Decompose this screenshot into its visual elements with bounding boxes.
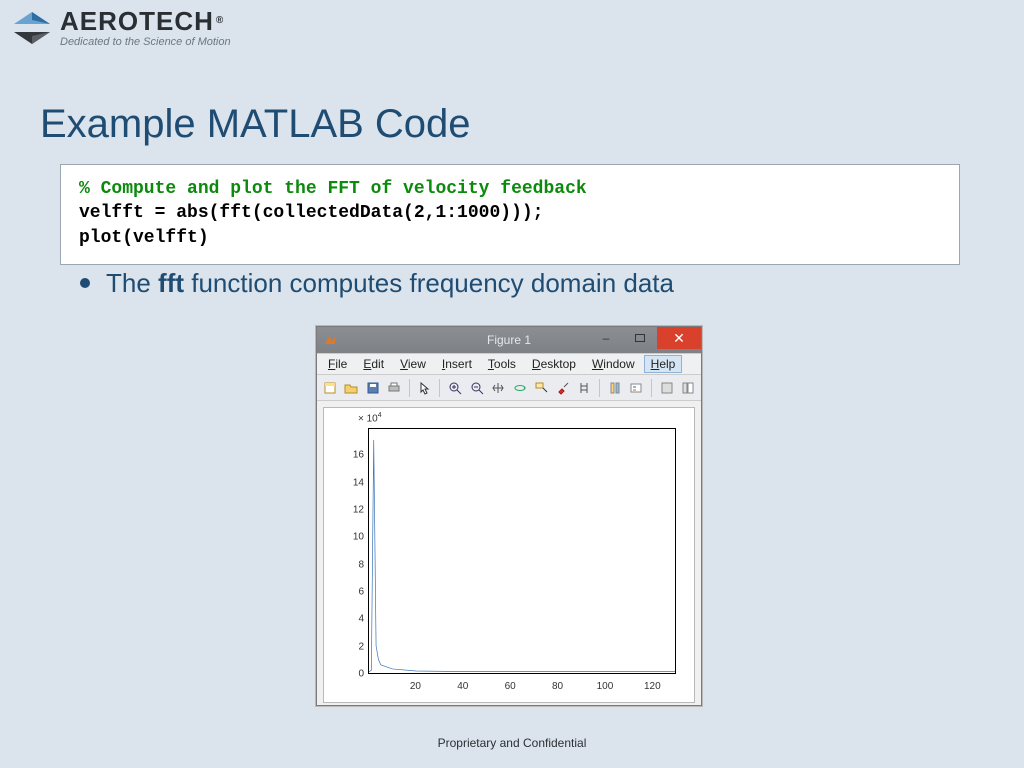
save-icon[interactable] bbox=[364, 379, 382, 397]
colorbar-icon[interactable] bbox=[606, 379, 624, 397]
y-tick-label: 14 bbox=[324, 477, 364, 488]
zoom-out-icon[interactable] bbox=[468, 379, 486, 397]
menu-item-insert[interactable]: Insert bbox=[435, 355, 479, 373]
page-title: Example MATLAB Code bbox=[40, 102, 471, 147]
link-data-icon[interactable] bbox=[575, 379, 593, 397]
menu-item-tools[interactable]: Tools bbox=[481, 355, 523, 373]
menu-item-window[interactable]: Window bbox=[585, 355, 642, 373]
matlab-figure-window: Figure 1 FileEditViewInsertToolsDesktopW… bbox=[316, 326, 702, 706]
code-line-1: velfft = abs(fft(collectedData(2,1:1000)… bbox=[79, 201, 941, 225]
logo-glyph-icon bbox=[10, 10, 54, 51]
y-tick-label: 8 bbox=[324, 559, 364, 570]
y-tick-label: 0 bbox=[324, 669, 364, 680]
y-tick-label: 10 bbox=[324, 532, 364, 543]
window-titlebar: Figure 1 bbox=[317, 327, 701, 353]
bullet-dot-icon bbox=[80, 278, 90, 288]
close-button[interactable] bbox=[657, 327, 701, 349]
menu-item-view[interactable]: View bbox=[393, 355, 433, 373]
code-line-2: plot(velfft) bbox=[79, 226, 941, 250]
y-axis-exponent: × 104 bbox=[358, 412, 382, 424]
x-tick-label: 60 bbox=[505, 681, 516, 692]
menu-item-file[interactable]: File bbox=[321, 355, 354, 373]
y-tick-label: 4 bbox=[324, 614, 364, 625]
maximize-button[interactable] bbox=[623, 327, 657, 349]
open-icon[interactable] bbox=[343, 379, 361, 397]
menu-item-desktop[interactable]: Desktop bbox=[525, 355, 583, 373]
menu-item-edit[interactable]: Edit bbox=[356, 355, 391, 373]
new-figure-icon[interactable] bbox=[321, 379, 339, 397]
window-menubar: FileEditViewInsertToolsDesktopWindowHelp bbox=[317, 353, 701, 375]
figure-canvas: × 104 0 2 4 6 8 10 12 14 16 20 40 60 80 100 120 bbox=[323, 407, 695, 703]
brush-icon[interactable] bbox=[554, 379, 572, 397]
logo-wordmark: AEROTECH® bbox=[60, 6, 231, 34]
pointer-icon[interactable] bbox=[416, 379, 434, 397]
rotate-3d-icon[interactable] bbox=[511, 379, 529, 397]
bullet-text: The fft function computes frequency doma… bbox=[106, 268, 674, 299]
fft-line-plot bbox=[369, 429, 675, 673]
bullet-row: The fft function computes frequency doma… bbox=[80, 268, 674, 299]
y-tick-label: 6 bbox=[324, 587, 364, 598]
plot-axes bbox=[368, 428, 676, 674]
zoom-in-icon[interactable] bbox=[446, 379, 464, 397]
show-tools-icon[interactable] bbox=[679, 379, 697, 397]
data-cursor-icon[interactable] bbox=[532, 379, 550, 397]
x-tick-label: 20 bbox=[410, 681, 421, 692]
code-comment-line: % Compute and plot the FFT of velocity f… bbox=[79, 177, 941, 201]
x-tick-label: 120 bbox=[644, 681, 661, 692]
minimize-button[interactable] bbox=[589, 327, 623, 349]
hide-tools-icon[interactable] bbox=[658, 379, 676, 397]
x-tick-label: 80 bbox=[552, 681, 563, 692]
window-toolbar bbox=[317, 375, 701, 401]
x-tick-label: 100 bbox=[597, 681, 614, 692]
logo-tagline: Dedicated to the Science of Motion bbox=[60, 36, 231, 48]
menu-item-help[interactable]: Help bbox=[644, 355, 683, 373]
x-tick-label: 40 bbox=[457, 681, 468, 692]
pan-icon[interactable] bbox=[489, 379, 507, 397]
y-tick-label: 16 bbox=[324, 450, 364, 461]
footer-text: Proprietary and Confidential bbox=[0, 736, 1024, 750]
legend-icon[interactable] bbox=[627, 379, 645, 397]
print-icon[interactable] bbox=[386, 379, 404, 397]
y-tick-label: 12 bbox=[324, 505, 364, 516]
code-block: % Compute and plot the FFT of velocity f… bbox=[60, 164, 960, 265]
brand-logo: AEROTECH® Dedicated to the Science of Mo… bbox=[10, 6, 231, 51]
y-tick-label: 2 bbox=[324, 641, 364, 652]
